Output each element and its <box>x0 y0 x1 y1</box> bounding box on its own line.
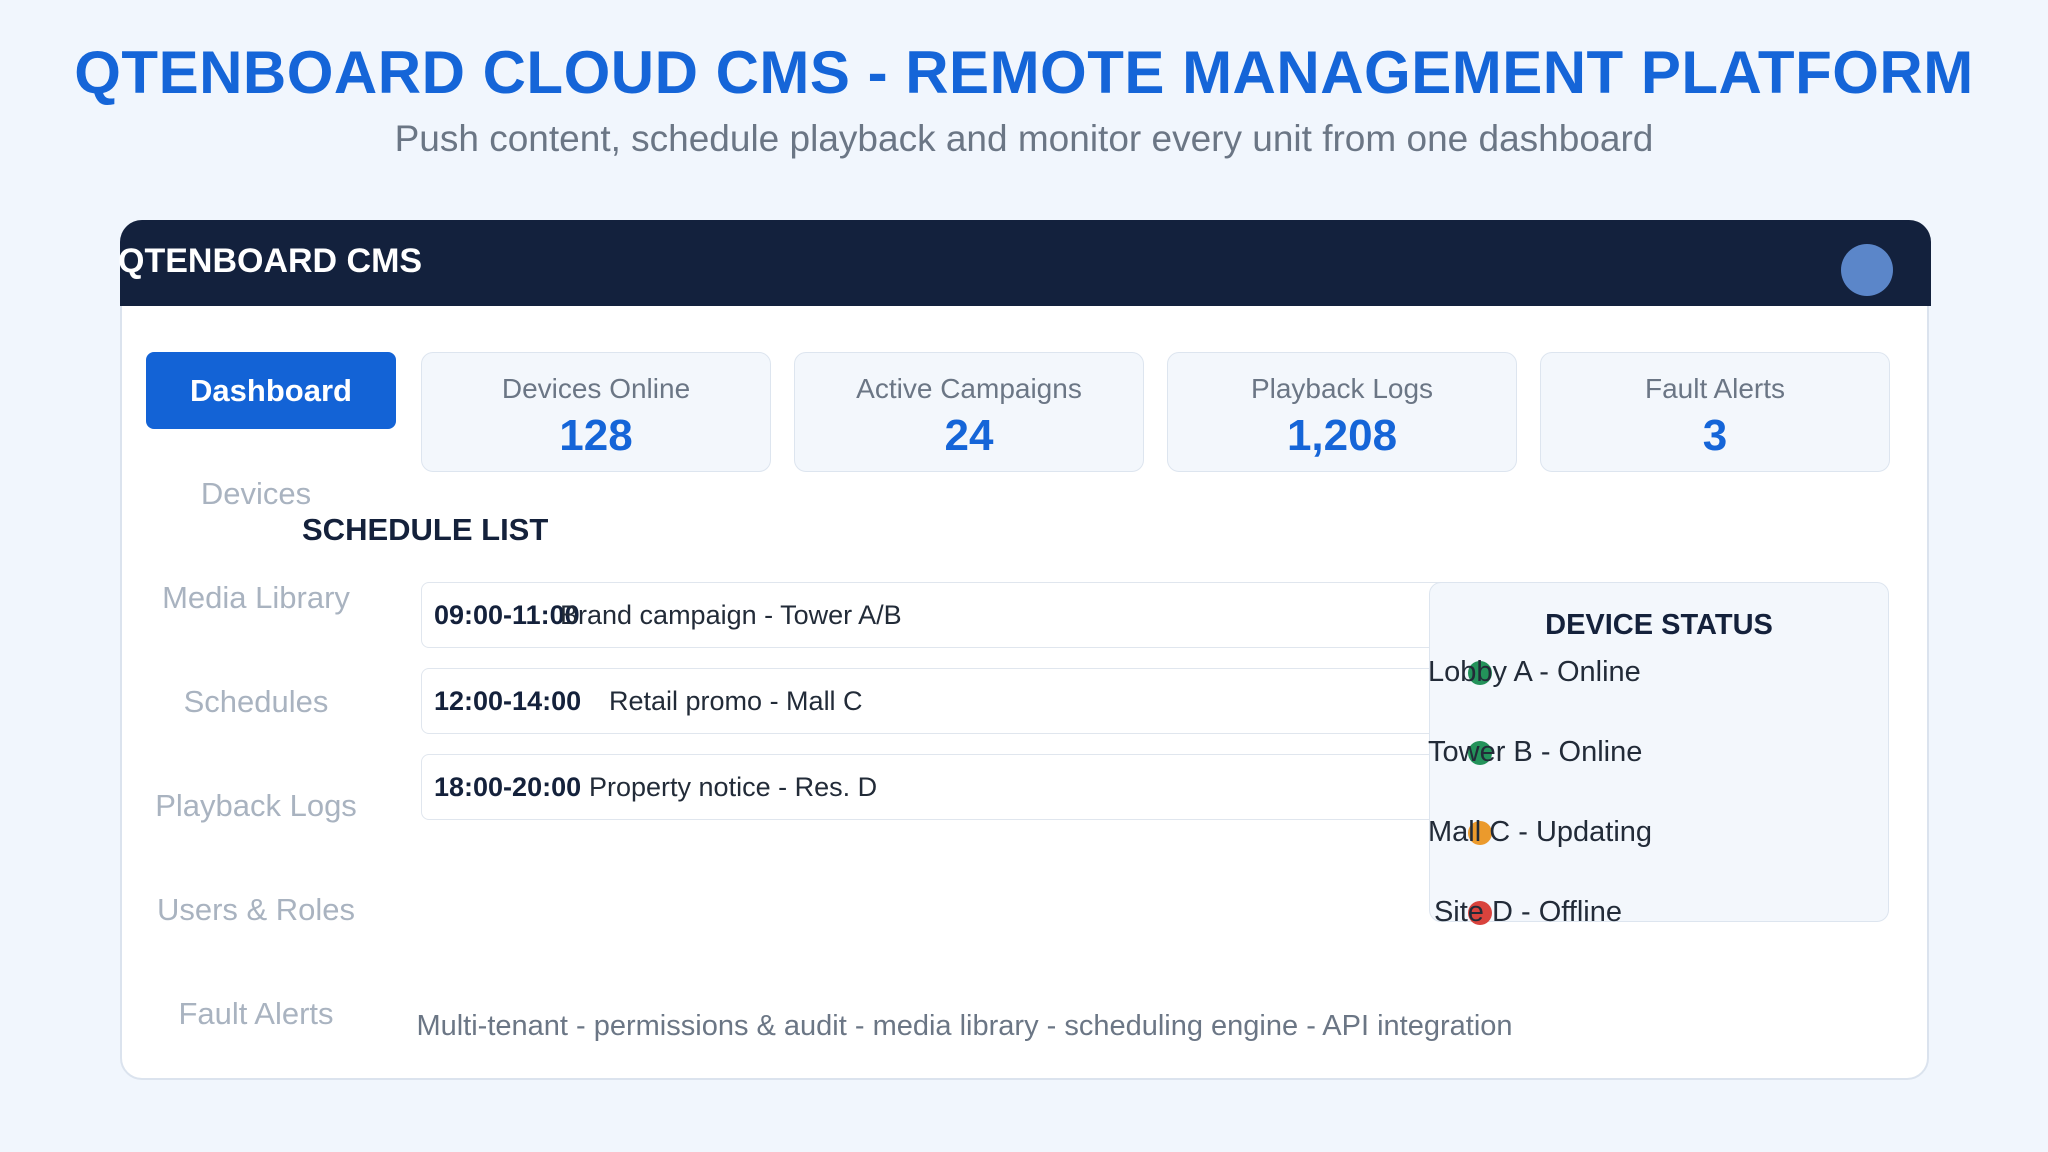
stat-card-devices-online[interactable]: Devices Online 128 <box>421 352 771 472</box>
stat-card-active-campaigns[interactable]: Active Campaigns 24 <box>794 352 1144 472</box>
schedule-time: 12:00-14:00 <box>434 686 582 716</box>
stat-card-fault-alerts[interactable]: Fault Alerts 3 <box>1540 352 1890 472</box>
schedule-title: Property notice - Res. D <box>589 772 878 802</box>
stat-value: 1,208 <box>1286 411 1398 460</box>
stat-label: Devices Online <box>501 373 691 404</box>
schedule-row[interactable]: 12:00-14:00 Retail promo - Mall C <box>421 668 1451 734</box>
schedule-row[interactable]: 09:00-11:00 Brand campaign - Tower A/B <box>421 582 1451 648</box>
sidebar-item-schedules[interactable]: Schedules <box>136 684 376 720</box>
device-status-item[interactable]: Tower B - Online <box>1428 736 1642 769</box>
sidebar-item-dashboard[interactable]: Dashboard <box>146 352 396 429</box>
page-title: QTENBOARD CLOUD CMS - REMOTE MANAGEMENT … <box>74 39 1974 106</box>
stat-value: 128 <box>559 411 633 460</box>
device-status-item[interactable]: Site D - Offline <box>1428 896 1628 929</box>
stat-label: Active Campaigns <box>856 373 1082 404</box>
stat-card-playback-logs[interactable]: Playback Logs 1,208 <box>1167 352 1517 472</box>
stat-label: Playback Logs <box>1250 373 1434 404</box>
sidebar-item-media-library[interactable]: Media Library <box>136 580 376 616</box>
sidebar-item-users-roles[interactable]: Users & Roles <box>136 892 376 928</box>
device-status-title: DEVICE STATUS <box>1545 609 1773 641</box>
user-avatar[interactable] <box>1841 244 1893 296</box>
schedule-row[interactable]: 18:00-20:00 Property notice - Res. D <box>421 754 1451 820</box>
device-status-item[interactable]: Mall C - Updating <box>1428 816 1652 849</box>
stat-label: Fault Alerts <box>1644 373 1786 404</box>
feature-footer: Multi-tenant - permissions & audit - med… <box>416 1010 1513 1042</box>
app-brand: QTENBOARD CMS <box>118 242 423 280</box>
schedule-time: 18:00-20:00 <box>434 772 582 802</box>
sidebar-item-devices[interactable]: Devices <box>136 476 376 512</box>
sidebar-item-playback-logs[interactable]: Playback Logs <box>136 788 376 824</box>
stat-value: 3 <box>1702 411 1728 460</box>
schedule-title: Brand campaign - Tower A/B <box>560 600 902 630</box>
top-bar: QTENBOARD CMS <box>118 220 1931 306</box>
schedule-time: 09:00-11:00 <box>434 600 580 630</box>
schedule-list-title: SCHEDULE LIST <box>302 512 549 547</box>
stat-value: 24 <box>944 411 994 460</box>
schedule-title: Retail promo - Mall C <box>609 686 863 716</box>
device-status-item[interactable]: Lobby A - Online <box>1428 656 1641 689</box>
page-subtitle: Push content, schedule playback and moni… <box>394 118 1654 159</box>
cms-app-window: QTENBOARD CMS Dashboard Devices Media Li… <box>118 220 1931 1080</box>
